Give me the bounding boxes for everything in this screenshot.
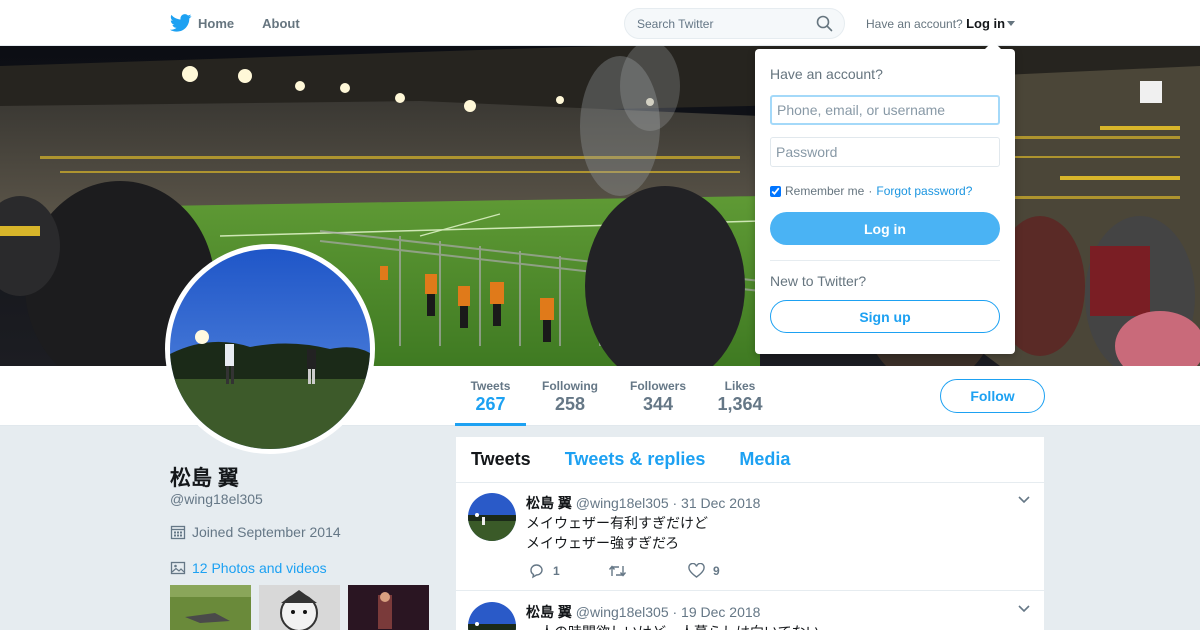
tweet-text: メイウェザー有利すぎだけど メイウェザー強すぎだろ [526, 513, 708, 553]
remember-row: Remember me · Forgot password? [770, 184, 972, 198]
avatar-image [170, 249, 370, 449]
tweet-header: 松島 翼 @wing18el305 · 19 Dec 2018 [526, 602, 760, 622]
separator-dot: · [868, 184, 873, 198]
tweet-line: 一人の時間欲しいけど一人暮らしは向いてない [526, 622, 820, 630]
follow-button[interactable]: Follow [940, 379, 1045, 413]
like-count: 9 [713, 564, 720, 578]
stat-label: Followers [629, 379, 686, 393]
timeline-tabs: Tweets Tweets & replies Media [456, 437, 1044, 483]
photo-icon [170, 561, 186, 575]
stat-value: 1,364 [717, 394, 763, 414]
tweet-item[interactable]: 松島 翼 @wing18el305 · 31 Dec 2018 メイウェザー有利… [456, 483, 1044, 591]
nav-about[interactable]: About [262, 0, 300, 46]
nav-home-label: Home [198, 15, 235, 31]
tweet-avatar[interactable] [468, 602, 516, 630]
tweet-author-name[interactable]: 松島 翼 [526, 604, 572, 620]
tweet-meta[interactable]: @wing18el305 · 19 Dec 2018 [576, 604, 761, 620]
retweet-action[interactable] [608, 564, 688, 578]
dropdown-title: Have an account? [770, 66, 883, 82]
retweet-icon [608, 565, 627, 577]
username-input[interactable] [770, 95, 1000, 125]
have-account-text: Have an account? [866, 17, 963, 31]
timeline: Tweets Tweets & replies Media 松島 翼 @wing… [456, 437, 1044, 630]
tweet-avatar-image [468, 602, 516, 630]
stat-label: Likes [724, 379, 756, 393]
photos-videos-label: 12 Photos and videos [192, 560, 327, 576]
joined-date: Joined September 2014 [170, 524, 341, 540]
forgot-password-link[interactable]: Forgot password? [876, 184, 972, 198]
tweet-line: メイウェザー強すぎだろ [526, 535, 680, 551]
top-nav: Home About Have an account? Log in [0, 0, 1200, 46]
remember-me-checkbox[interactable] [770, 185, 781, 197]
grass-photo-image [170, 585, 251, 630]
tab-tweets[interactable]: Tweets [471, 449, 531, 470]
calendar-icon [170, 525, 186, 540]
new-to-twitter-text: New to Twitter? [770, 273, 867, 289]
tab-media[interactable]: Media [739, 449, 790, 470]
photo-thumbnail[interactable] [170, 585, 251, 630]
photo-thumbnail[interactable] [259, 585, 340, 630]
dark-photo-image [348, 585, 429, 630]
search-input[interactable] [624, 8, 845, 39]
remember-me-label[interactable]: Remember me [785, 184, 864, 198]
chevron-down-icon[interactable] [1018, 496, 1030, 504]
caret-down-icon[interactable] [1007, 21, 1016, 26]
manga-photo-image [259, 585, 340, 630]
tab-tweets-replies[interactable]: Tweets & replies [565, 449, 706, 470]
stat-followers[interactable]: Followers 344 [623, 366, 693, 426]
signup-button[interactable]: Sign up [770, 300, 1000, 333]
password-input[interactable] [770, 137, 1000, 167]
tweet-header: 松島 翼 @wing18el305 · 31 Dec 2018 [526, 493, 760, 513]
stat-tweets[interactable]: Tweets 267 [455, 366, 526, 426]
like-action[interactable]: 9 [688, 563, 720, 579]
profile-avatar[interactable] [165, 244, 375, 454]
reply-icon [530, 564, 543, 579]
stat-value: 267 [475, 394, 506, 414]
tweet-avatar[interactable] [468, 493, 516, 541]
tweet-line: メイウェザー有利すぎだけど [526, 515, 708, 531]
stat-value: 258 [554, 394, 586, 414]
tweet-author-name[interactable]: 松島 翼 [526, 495, 572, 511]
stat-label: Following [542, 379, 598, 393]
chevron-down-icon[interactable] [1018, 605, 1030, 613]
login-dropdown: Have an account? Remember me · Forgot pa… [755, 41, 1015, 354]
stat-likes[interactable]: Likes 1,364 [708, 366, 772, 426]
tweet-meta[interactable]: @wing18el305 · 31 Dec 2018 [576, 495, 761, 511]
profile-name: 松島 翼 [170, 467, 239, 490]
stat-label: Tweets [470, 379, 511, 393]
tweet-avatar-image [468, 493, 516, 541]
login-button[interactable]: Log in [770, 212, 1000, 245]
photo-thumbnail[interactable] [348, 585, 429, 630]
stat-value: 344 [642, 394, 674, 414]
login-toggle[interactable]: Log in [966, 16, 1005, 31]
photos-videos-link[interactable]: 12 Photos and videos [170, 560, 327, 576]
tweet-text: 一人の時間欲しいけど一人暮らしは向いてない [526, 622, 820, 630]
twitter-bird-icon [170, 14, 192, 32]
divider [770, 260, 1000, 261]
tweet-item[interactable]: 松島 翼 @wing18el305 · 19 Dec 2018 一人の時間欲しい… [456, 592, 1044, 630]
search-icon[interactable] [816, 15, 833, 32]
reply-action[interactable]: 1 [528, 563, 608, 579]
tweet-actions: 1 9 [528, 563, 720, 579]
reply-count: 1 [553, 564, 560, 578]
joined-text: Joined September 2014 [192, 524, 341, 540]
nav-home[interactable]: Home [170, 0, 234, 46]
profile-handle[interactable]: @wing18el305 [170, 491, 263, 507]
account-menu: Have an account? Log in [866, 16, 1016, 31]
stat-following[interactable]: Following 258 [535, 366, 605, 426]
nav-about-label: About [262, 15, 300, 31]
heart-icon [688, 563, 705, 578]
nav-left: Home About [170, 0, 300, 46]
